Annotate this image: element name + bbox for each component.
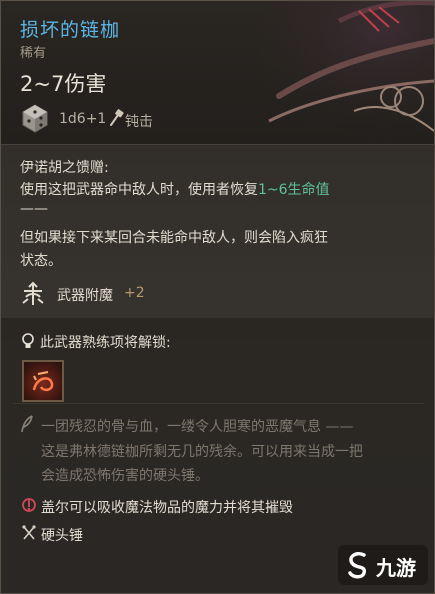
passive-description-line3: 但如果接下来某回合未能命中敌人，则会陷入疯狂 xyxy=(20,230,328,246)
item-name: 损坏的链枷 xyxy=(20,19,121,41)
passive-description-line2: —— xyxy=(20,201,48,217)
quill-icon xyxy=(20,415,34,433)
watermark-logo-icon xyxy=(348,551,366,579)
lore-line: 会造成恐怖伤害的硬头锤。 xyxy=(41,468,209,484)
weapon-action-skill[interactable] xyxy=(22,360,64,402)
enchant-value: +2 xyxy=(124,285,145,301)
weapon-art xyxy=(259,1,434,141)
lightbulb-icon xyxy=(21,333,35,349)
bludgeon-icon xyxy=(108,109,124,127)
lore-line: 这是弗林德链枷所剩无几的残余。可以用来当成一把 xyxy=(41,444,363,460)
passive-description-line4: 状态。 xyxy=(20,253,62,269)
site-watermark: 九游 xyxy=(338,545,428,585)
crossed-maces-icon xyxy=(22,525,36,541)
damage-range: 2~7伤害 xyxy=(20,72,107,96)
dice-formula: 1d6+1 xyxy=(59,111,107,127)
passive-description-line1: 使用这把武器命中敌人时，使用者恢复1~6生命值 xyxy=(20,179,330,199)
gale-sigil-icon xyxy=(22,497,36,513)
lore-line: 一团残忍的骨与血，一缕令人胆寒的恶魔气息 —— xyxy=(41,419,354,435)
watermark-text: 九游 xyxy=(376,556,416,580)
damage-type: 钝击 xyxy=(125,114,153,130)
enchant-label: 武器附魔 xyxy=(57,288,113,304)
item-tooltip: 损坏的链枷 稀有 2~7伤害 1d6+1 钝击 伊诺胡之馈赠: 使用这把武器命中… xyxy=(0,0,435,594)
item-rarity: 稀有 xyxy=(20,46,47,61)
passive-line1-text: 使用这把武器命中敌人时，使用者恢复 xyxy=(20,182,258,198)
passive-title: 伊诺胡之馈赠: xyxy=(20,160,109,176)
heal-amount: 1~6生命值 xyxy=(258,182,330,198)
dice-icon xyxy=(20,103,50,133)
weapon-type: 硬头锤 xyxy=(41,528,83,544)
special-property: 盖尔可以吸收魔法物品的魔力并将其摧毁 xyxy=(41,500,293,516)
enchant-icon xyxy=(20,281,46,307)
mastery-title: 此武器熟练项将解锁: xyxy=(40,335,171,351)
section-divider xyxy=(13,403,424,404)
